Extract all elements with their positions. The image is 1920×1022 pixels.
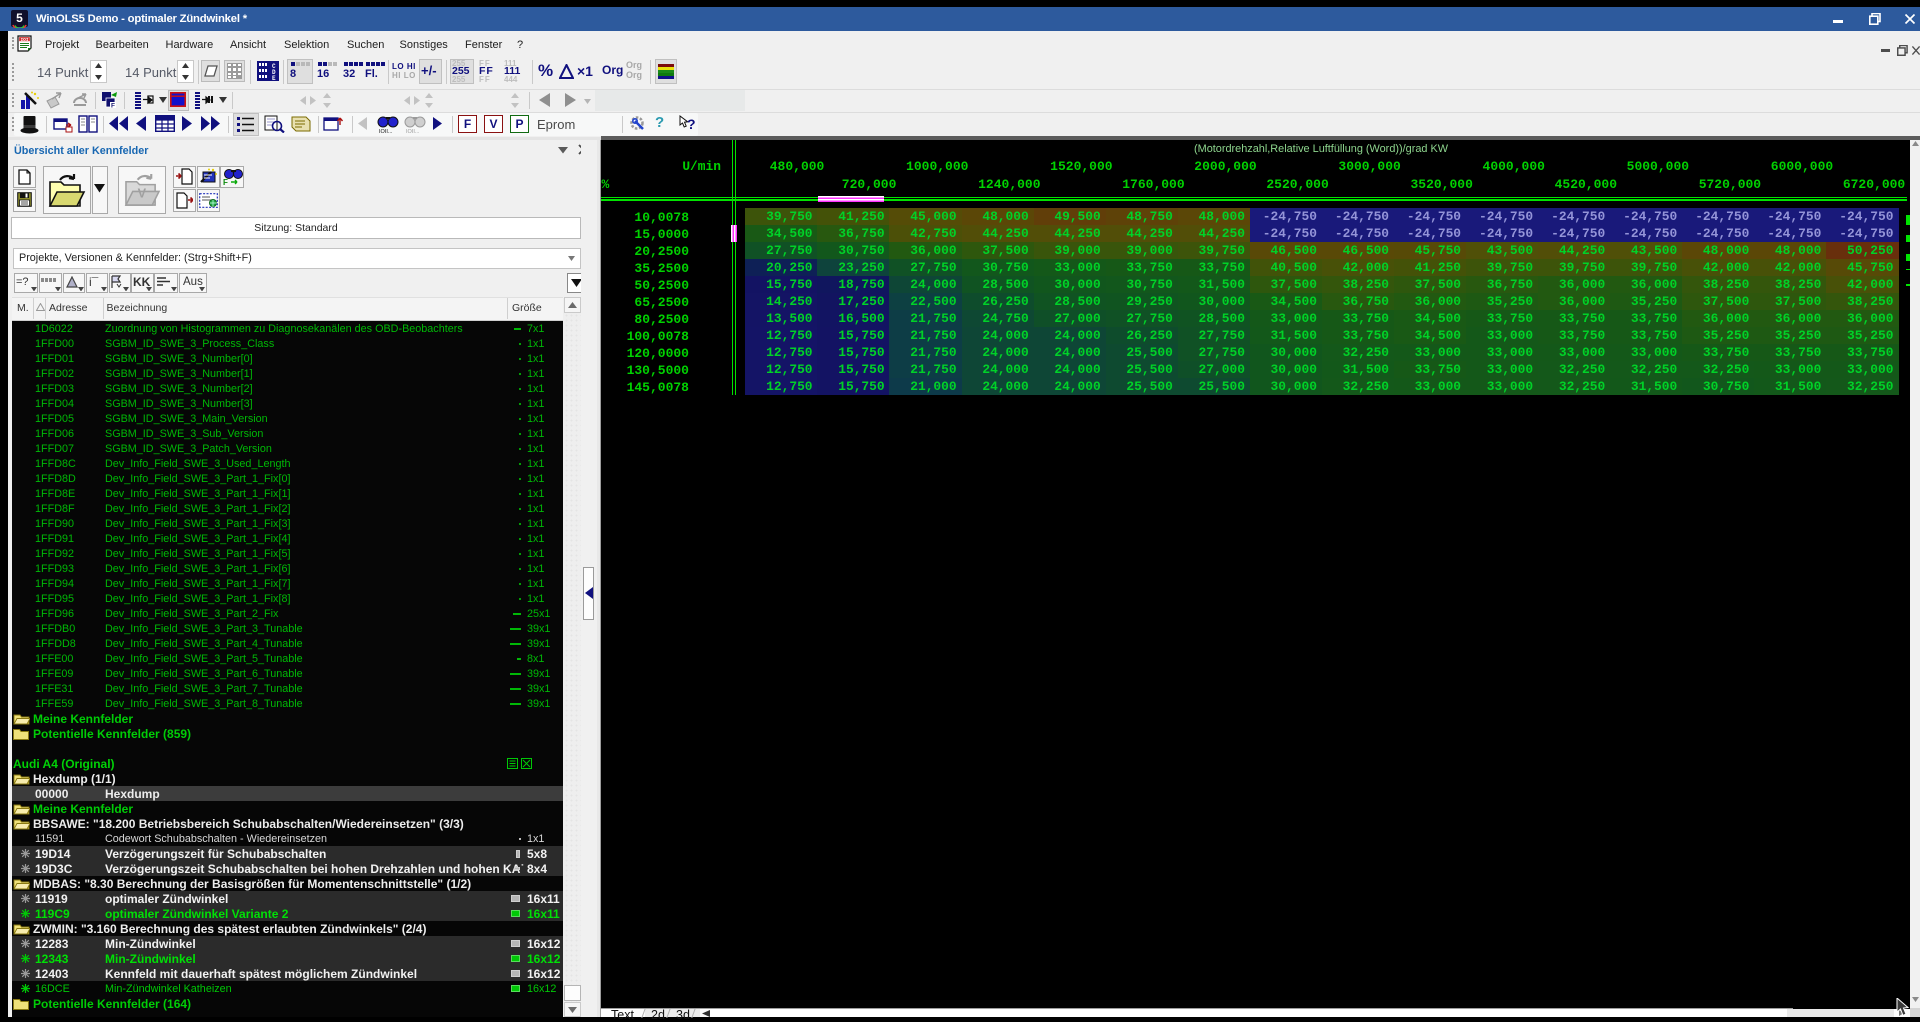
svg-text:?: ? [687,116,696,132]
